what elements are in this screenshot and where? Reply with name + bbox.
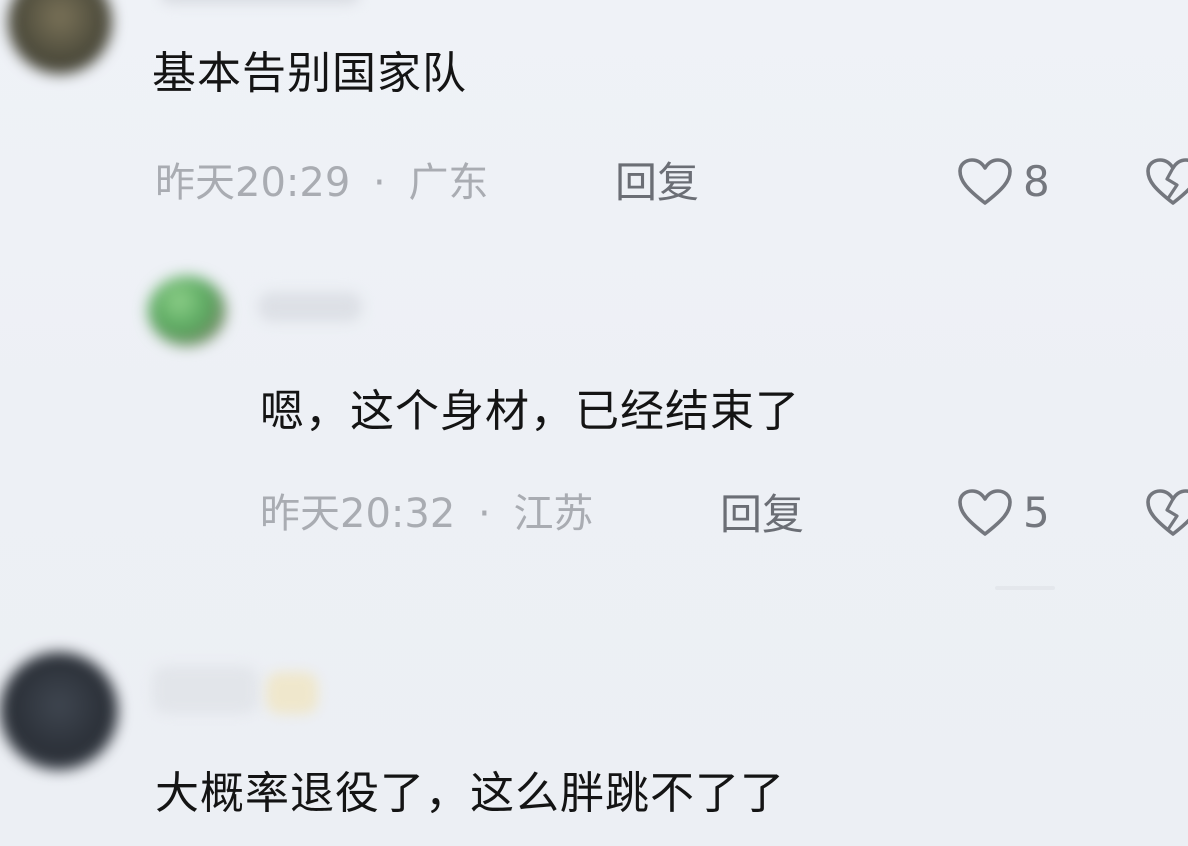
comment-text: 大概率退役了，这么胖跳不了了 <box>155 768 785 819</box>
meta-separator: · <box>373 160 386 206</box>
dislike-button[interactable] <box>1145 488 1188 538</box>
avatar[interactable] <box>0 652 118 770</box>
comment-text: 基本告别国家队 <box>152 48 467 99</box>
user-badge-blurred <box>266 672 318 714</box>
username-blurred[interactable] <box>152 666 258 714</box>
meta-separator: · <box>478 491 491 537</box>
heart-outline-icon <box>957 488 1013 538</box>
dislike-button[interactable] <box>1145 157 1188 207</box>
avatar[interactable] <box>8 0 112 74</box>
comment-location: 江苏 <box>513 491 594 537</box>
username-blurred[interactable] <box>160 0 360 4</box>
reply-button[interactable]: 回复 <box>615 162 699 204</box>
divider <box>995 586 1055 590</box>
like-button[interactable]: 5 <box>957 488 1050 538</box>
comment-list: 基本告别国家队 昨天20:29 · 广东 回复 8 嗯，这个身材，已经结束了 昨… <box>0 0 1188 846</box>
reply-button[interactable]: 回复 <box>720 494 804 536</box>
like-button[interactable]: 8 <box>957 157 1050 207</box>
broken-heart-icon <box>1145 488 1188 538</box>
comment-time: 昨天20:29 <box>155 160 351 206</box>
comment-meta: 昨天20:29 · 广东 <box>155 163 488 203</box>
comment-location: 广东 <box>408 160 489 206</box>
broken-heart-icon <box>1145 157 1188 207</box>
heart-outline-icon <box>957 157 1013 207</box>
username-blurred[interactable] <box>258 292 362 322</box>
like-count: 5 <box>1023 488 1050 537</box>
like-count: 8 <box>1023 157 1050 206</box>
comment-text: 嗯，这个身材，已经结束了 <box>260 386 800 437</box>
avatar[interactable] <box>148 276 226 346</box>
comment-meta: 昨天20:32 · 江苏 <box>260 494 593 534</box>
comment-time: 昨天20:32 <box>260 491 456 537</box>
